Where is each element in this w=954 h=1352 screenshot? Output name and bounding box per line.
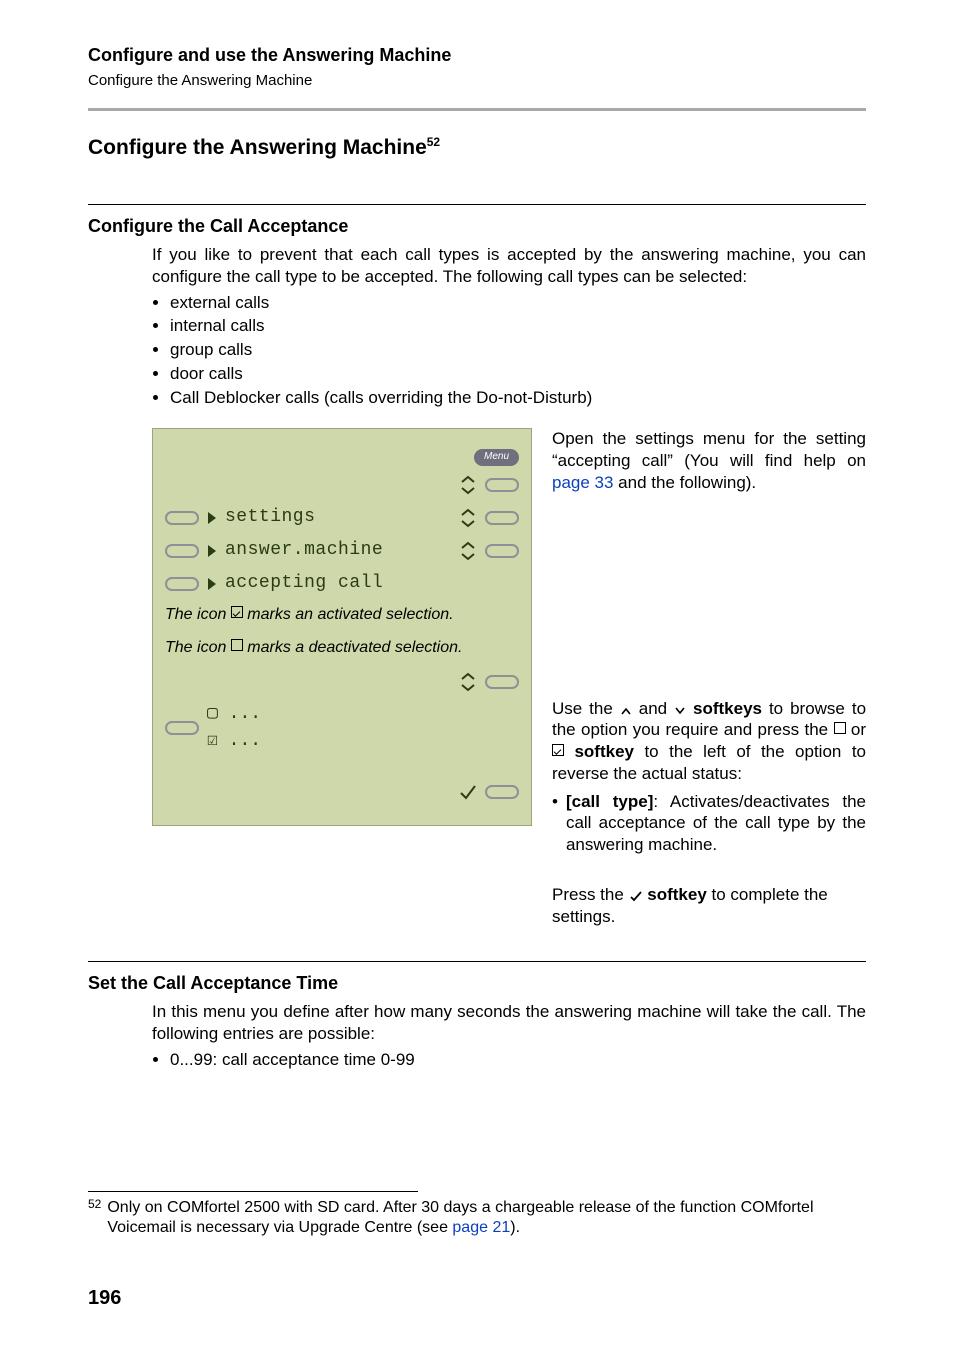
softkey-right-icon <box>485 511 519 525</box>
softkey-right-icon <box>485 478 519 492</box>
footnote-number: 52 <box>88 1198 101 1239</box>
chevron-up-icon <box>620 706 632 716</box>
triangle-right-icon <box>207 544 217 558</box>
triangle-right-icon <box>207 577 217 591</box>
chevron-up-down-icon <box>459 540 477 562</box>
sec1-bullet: door calls <box>170 363 866 385</box>
checkbox-checked-icon <box>552 744 564 756</box>
checkbox-unchecked-icon <box>834 722 846 734</box>
procedure-description: Open the settings menu for the setting “… <box>552 428 866 927</box>
lcd-item-accepting-call: accepting call <box>225 572 519 595</box>
h2-part2: the Answering Machine <box>187 136 427 159</box>
sec1-bullet: group calls <box>170 339 866 361</box>
softkey-right-icon <box>485 675 519 689</box>
checkbox-unchecked-icon <box>231 639 243 651</box>
running-header-subtitle: Configure the Answering Machine <box>88 71 866 90</box>
h2-footnote-ref: 52 <box>427 135 440 149</box>
sec1-bullet: external calls <box>170 292 866 314</box>
subheading-call-acceptance-time: Set the Call Acceptance Time <box>88 972 866 995</box>
link-page-33: page 33 <box>552 473 613 492</box>
sec1-intro: If you like to prevent that each call ty… <box>152 244 866 288</box>
softkey-right-icon <box>485 544 519 558</box>
sec1-bullet: internal calls <box>170 315 866 337</box>
chevron-up-down-icon <box>459 507 477 529</box>
checkmark-icon <box>629 890 643 902</box>
lcd-panel: Menu settings <box>152 428 532 826</box>
desc-use-softkeys: Use the and softkeys to browse to the op… <box>552 698 866 785</box>
softkey-right-icon <box>485 785 519 799</box>
page-number: 196 <box>88 1286 121 1312</box>
lcd-option-unchecked: ▢ ... <box>207 703 261 726</box>
sec2-intro: In this menu you define after how many s… <box>152 1001 866 1045</box>
softkey-left-icon <box>165 721 199 735</box>
softkey-left-icon <box>165 511 199 525</box>
lcd-option-checked: ☑ ... <box>207 730 261 753</box>
desc-open-settings: Open the settings menu for the setting “… <box>552 428 866 493</box>
header-rule <box>88 108 866 111</box>
subsection-rule-2 <box>88 961 866 962</box>
procedure-figure: Menu settings <box>152 428 866 927</box>
sec2-bullet-list: 0...99: call acceptance time 0-99 <box>152 1049 866 1071</box>
chevron-up-down-icon <box>459 671 477 693</box>
desc-calltype-bullet: • [call type]: Activates/deactivates the… <box>552 791 866 856</box>
sec2-bullet: 0...99: call acceptance time 0-99 <box>170 1049 866 1071</box>
h2-part1: Configure <box>88 136 187 159</box>
chevron-down-icon <box>674 706 686 716</box>
link-page-21: page 21 <box>452 1219 510 1236</box>
checkbox-checked-icon <box>231 606 243 618</box>
footnote-52: 52 Only on COMfortel 2500 with SD card. … <box>88 1198 866 1239</box>
sec1-bullet-list: external calls internal calls group call… <box>152 292 866 409</box>
triangle-right-icon <box>207 511 217 525</box>
lcd-item-settings: settings <box>225 506 451 529</box>
checkmark-icon <box>459 783 477 801</box>
lcd-note-activated: The icon marks an activated selection. <box>165 605 519 626</box>
subsection-rule-1 <box>88 204 866 205</box>
running-header-title: Configure and use the Answering Machine <box>88 44 866 67</box>
chevron-up-down-icon <box>459 474 477 496</box>
desc-complete: Press the softkey to complete the settin… <box>552 884 866 928</box>
footnote-rule <box>88 1191 418 1192</box>
lcd-item-answer-machine: answer.machine <box>225 539 451 562</box>
subheading-call-acceptance: Configure the Call Acceptance <box>88 215 866 238</box>
softkey-left-icon <box>165 544 199 558</box>
sec1-bullet: Call Deblocker calls (calls overriding t… <box>170 387 866 409</box>
lcd-note-deactivated: The icon marks a deactivated selection. <box>165 638 519 659</box>
menu-softkey-icon: Menu <box>474 449 519 466</box>
section-heading-configure-am: Configure the Answering Machine52 <box>88 135 866 162</box>
softkey-left-icon <box>165 577 199 591</box>
